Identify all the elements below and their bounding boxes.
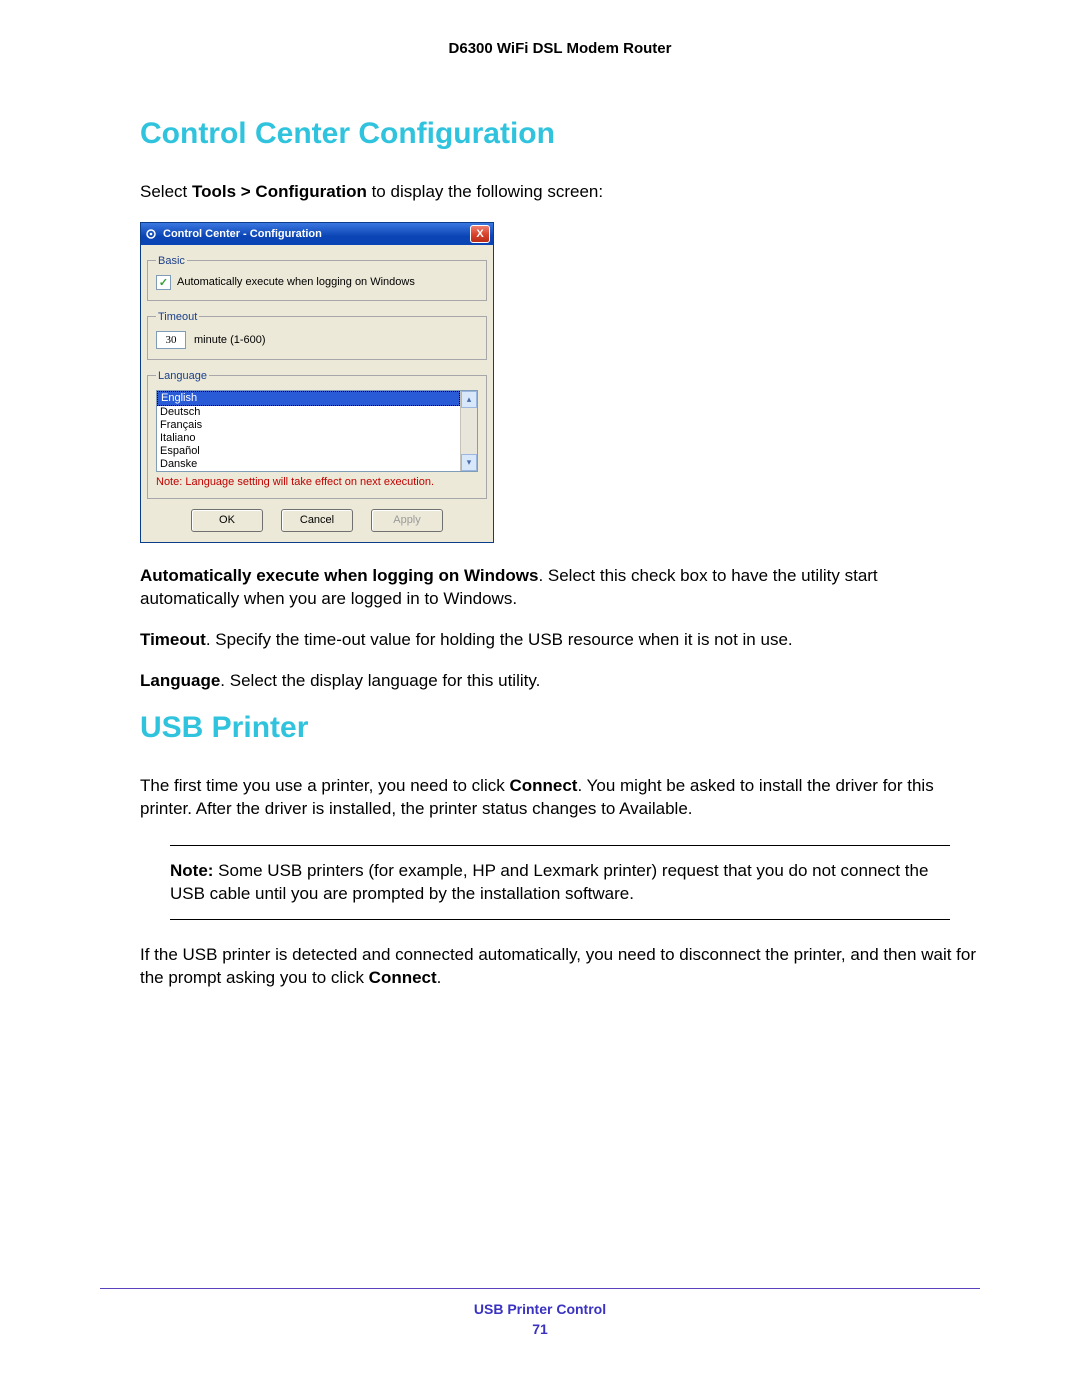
language-option-francais[interactable]: Français	[157, 419, 460, 432]
section-title-1: Control Center Configuration	[140, 117, 980, 151]
language-scrollbar[interactable]: ▴ ▾	[460, 391, 477, 471]
dialog-titlebar: Control Center - Configuration X	[141, 223, 493, 245]
scroll-down-button[interactable]: ▾	[461, 454, 477, 471]
timeout-input[interactable]: 30	[156, 331, 186, 349]
gear-icon	[144, 227, 158, 241]
usb-p2-a: If the USB printer is detected and conne…	[140, 945, 976, 987]
group-basic: Basic ✓ Automatically execute when loggi…	[147, 255, 487, 301]
desc-timeout-bold: Timeout	[140, 630, 206, 649]
note-text: Some USB printers (for example, HP and L…	[170, 861, 928, 903]
group-timeout: Timeout 30 minute (1-600)	[147, 311, 487, 360]
language-option-deutsch[interactable]: Deutsch	[157, 406, 460, 419]
ok-button[interactable]: OK	[191, 509, 263, 532]
close-icon: X	[476, 228, 483, 240]
group-basic-legend: Basic	[156, 255, 187, 267]
desc-timeout: Timeout. Specify the time-out value for …	[140, 629, 980, 652]
language-option-espanol[interactable]: Español	[157, 445, 460, 458]
group-language: Language English Deutsch Français Italia…	[147, 370, 487, 499]
usb-p2-b: .	[437, 968, 442, 987]
group-language-legend: Language	[156, 370, 209, 382]
chevron-down-icon: ▾	[467, 457, 472, 468]
footer-page-number: 71	[100, 1321, 980, 1337]
desc-language: Language. Select the display language fo…	[140, 670, 980, 693]
desc-auto-execute: Automatically execute when logging on Wi…	[140, 565, 980, 611]
usb-para-2: If the USB printer is detected and conne…	[140, 944, 980, 990]
auto-execute-label: Automatically execute when logging on Wi…	[177, 276, 415, 288]
language-option-italiano[interactable]: Italiano	[157, 432, 460, 445]
apply-button[interactable]: Apply	[371, 509, 443, 532]
close-button[interactable]: X	[470, 225, 490, 243]
footer-chapter: USB Printer Control	[100, 1301, 980, 1317]
auto-execute-checkbox[interactable]: ✓	[156, 275, 171, 290]
desc-language-rest: . Select the display language for this u…	[220, 671, 540, 690]
intro-bold: Tools > Configuration	[192, 182, 367, 201]
note-label: Note:	[170, 861, 218, 880]
intro-line: Select Tools > Configuration to display …	[140, 181, 980, 204]
desc-language-bold: Language	[140, 671, 220, 690]
intro-prefix: Select	[140, 182, 192, 201]
language-note: Note: Language setting will take effect …	[156, 476, 478, 488]
timeout-hint: minute (1-600)	[194, 334, 266, 346]
usb-p1-a: The first time you use a printer, you ne…	[140, 776, 509, 795]
group-timeout-legend: Timeout	[156, 311, 199, 323]
dialog-title: Control Center - Configuration	[163, 228, 470, 240]
desc-auto-bold: Automatically execute when logging on Wi…	[140, 566, 538, 585]
check-icon: ✓	[159, 276, 168, 289]
scroll-up-button[interactable]: ▴	[461, 391, 477, 408]
config-dialog: Control Center - Configuration X Basic ✓…	[140, 222, 494, 543]
usb-p2-bold: Connect	[369, 968, 437, 987]
section-title-2: USB Printer	[140, 711, 980, 745]
language-option-danske[interactable]: Danske	[157, 458, 460, 471]
page-footer: USB Printer Control 71	[100, 1288, 980, 1337]
usb-p1-bold: Connect	[509, 776, 577, 795]
desc-timeout-rest: . Specify the time-out value for holding…	[206, 630, 793, 649]
chevron-up-icon: ▴	[467, 394, 472, 405]
usb-para-1: The first time you use a printer, you ne…	[140, 775, 980, 821]
doc-header: D6300 WiFi DSL Modem Router	[140, 40, 980, 57]
language-listbox[interactable]: English Deutsch Français Italiano Españo…	[156, 390, 478, 472]
cancel-button[interactable]: Cancel	[281, 509, 353, 532]
intro-suffix: to display the following screen:	[367, 182, 603, 201]
note-block: Note: Some USB printers (for example, HP…	[170, 845, 950, 921]
language-option-english[interactable]: English	[157, 391, 460, 406]
